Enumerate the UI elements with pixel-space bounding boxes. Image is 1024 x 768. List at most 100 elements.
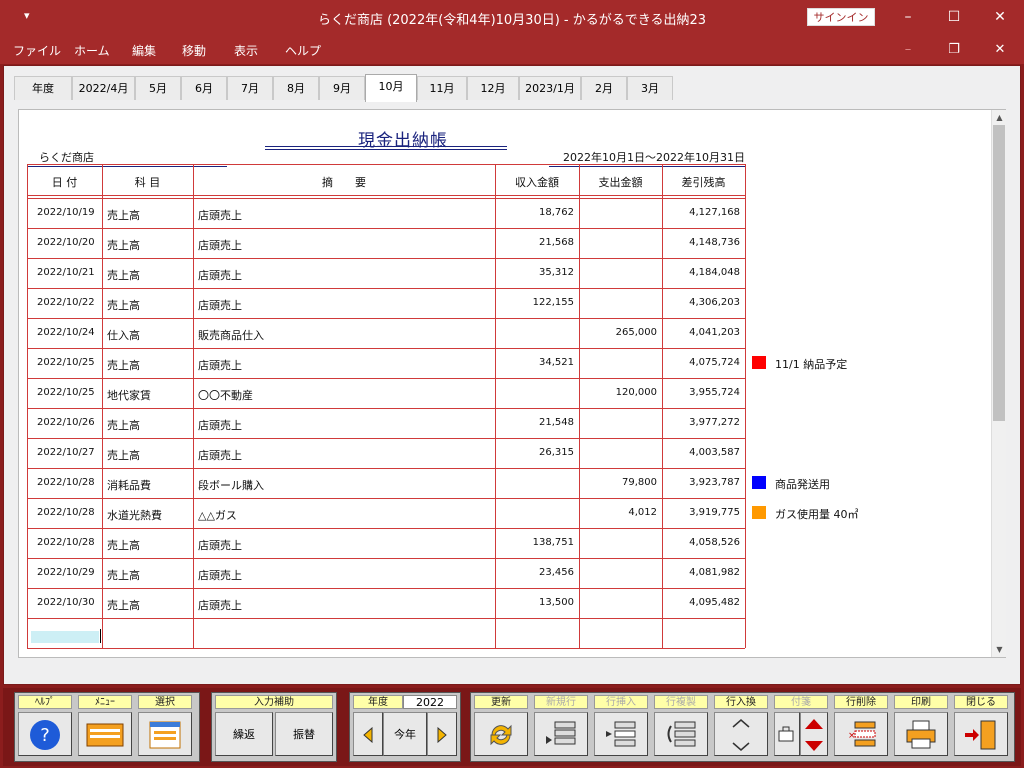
doc-restore-icon[interactable]: ❐	[944, 42, 964, 57]
menu-help[interactable]: ヘルプ	[285, 42, 321, 59]
cell-date[interactable]: 2022/10/25	[37, 357, 95, 368]
cell-balance[interactable]: 4,095,482	[662, 597, 740, 608]
cell-account[interactable]: 売上高	[107, 207, 140, 223]
this-year-button[interactable]: 今年	[383, 712, 427, 756]
cell-balance[interactable]: 4,041,203	[662, 327, 740, 338]
cell-balance[interactable]: 3,923,787	[662, 477, 740, 488]
cell-income[interactable]: 26,315	[495, 447, 574, 458]
help-button[interactable]: ?	[18, 712, 72, 756]
tab-12[interactable]: 12月	[467, 76, 519, 100]
cell-income[interactable]: 18,762	[495, 207, 574, 218]
minimize-icon[interactable]: –	[896, 6, 920, 28]
close-button[interactable]	[954, 712, 1008, 756]
menu-view[interactable]: 表示	[234, 42, 258, 59]
cell-date[interactable]: 2022/10/28	[37, 537, 95, 548]
cell-description[interactable]: 店頭売上	[198, 447, 242, 463]
cell-account[interactable]: 売上高	[107, 447, 140, 463]
cell-description[interactable]: 店頭売上	[198, 267, 242, 283]
cell-description[interactable]: 〇〇不動産	[198, 387, 253, 403]
cell-account[interactable]: 売上高	[107, 417, 140, 433]
insert-row-button[interactable]	[594, 712, 648, 756]
cell-income[interactable]: 23,456	[495, 567, 574, 578]
cell-balance[interactable]: 4,081,982	[662, 567, 740, 578]
cell-account[interactable]: 仕入高	[107, 327, 140, 343]
tab-2023-01[interactable]: 2023/1月	[519, 76, 581, 100]
cell-balance[interactable]: 4,184,048	[662, 267, 740, 278]
cell-income[interactable]: 35,312	[495, 267, 574, 278]
cell-description[interactable]: 店頭売上	[198, 597, 242, 613]
cell-description[interactable]: 店頭売上	[198, 537, 242, 553]
doc-close-icon[interactable]: ✕	[990, 42, 1010, 57]
tab-07[interactable]: 7月	[227, 76, 273, 100]
prev-year-button[interactable]	[353, 712, 383, 756]
cell-income[interactable]: 122,155	[495, 297, 574, 308]
cell-expense[interactable]: 4,012	[579, 507, 657, 518]
cell-income[interactable]: 21,568	[495, 237, 574, 248]
cell-account[interactable]: 水道光熱費	[107, 507, 162, 523]
tab-year[interactable]: 年度	[14, 76, 72, 100]
scroll-up-icon[interactable]: ▲	[992, 110, 1007, 125]
cell-income[interactable]: 34,521	[495, 357, 574, 368]
scroll-down-icon[interactable]: ▼	[992, 642, 1007, 657]
cell-balance[interactable]: 4,003,587	[662, 447, 740, 458]
swap-row-button[interactable]	[714, 712, 768, 756]
transfer-button[interactable]: 振替	[275, 712, 333, 756]
cell-description[interactable]: 販売商品仕入	[198, 327, 264, 343]
cell-account[interactable]: 売上高	[107, 567, 140, 583]
cell-account[interactable]: 売上高	[107, 237, 140, 253]
cell-date[interactable]: 2022/10/19	[37, 207, 95, 218]
cell-account[interactable]: 売上高	[107, 357, 140, 373]
sticky-note-button[interactable]	[774, 712, 800, 756]
delete-row-button[interactable]: ×	[834, 712, 888, 756]
menu-home[interactable]: ホーム	[74, 42, 110, 59]
tab-05[interactable]: 5月	[135, 76, 181, 100]
cell-income[interactable]: 13,500	[495, 597, 574, 608]
menu-file[interactable]: ファイル	[13, 42, 61, 59]
cell-expense[interactable]: 265,000	[579, 327, 657, 338]
scroll-thumb[interactable]	[993, 125, 1005, 421]
cell-description[interactable]: 段ボール購入	[198, 477, 264, 493]
vertical-scrollbar[interactable]: ▲ ▼	[991, 110, 1006, 657]
tab-02[interactable]: 2月	[581, 76, 627, 100]
cell-income[interactable]: 21,548	[495, 417, 574, 428]
tab-06[interactable]: 6月	[181, 76, 227, 100]
cell-account[interactable]: 売上高	[107, 267, 140, 283]
cell-description[interactable]: 店頭売上	[198, 237, 242, 253]
cell-description[interactable]: 店頭売上	[198, 567, 242, 583]
cell-date[interactable]: 2022/10/25	[37, 387, 95, 398]
copy-row-button[interactable]	[654, 712, 708, 756]
tab-08[interactable]: 8月	[273, 76, 319, 100]
cell-balance[interactable]: 3,955,724	[662, 387, 740, 398]
new-row-button[interactable]	[534, 712, 588, 756]
menu-move[interactable]: 移動	[182, 42, 206, 59]
close-window-icon[interactable]: ✕	[988, 6, 1012, 28]
cell-date[interactable]: 2022/10/21	[37, 267, 95, 278]
cell-balance[interactable]: 3,919,775	[662, 507, 740, 518]
sign-in-button[interactable]: サインイン	[807, 8, 875, 26]
doc-minimize-icon[interactable]: –	[898, 42, 918, 57]
cell-date[interactable]: 2022/10/22	[37, 297, 95, 308]
cell-expense[interactable]: 79,800	[579, 477, 657, 488]
cell-account[interactable]: 売上高	[107, 537, 140, 553]
refresh-button[interactable]	[474, 712, 528, 756]
cell-balance[interactable]: 4,075,724	[662, 357, 740, 368]
tab-11[interactable]: 11月	[417, 76, 467, 100]
cell-date[interactable]: 2022/10/29	[37, 567, 95, 578]
cell-date[interactable]: 2022/10/30	[37, 597, 95, 608]
next-year-button[interactable]	[427, 712, 457, 756]
cell-account[interactable]: 売上高	[107, 597, 140, 613]
menu-button[interactable]	[78, 712, 132, 756]
cell-expense[interactable]: 120,000	[579, 387, 657, 398]
cell-description[interactable]: 店頭売上	[198, 297, 242, 313]
tab-2022-04[interactable]: 2022/4月	[72, 76, 135, 100]
cell-date[interactable]: 2022/10/20	[37, 237, 95, 248]
print-button[interactable]	[894, 712, 948, 756]
cell-balance[interactable]: 4,058,526	[662, 537, 740, 548]
cell-balance[interactable]: 3,977,272	[662, 417, 740, 428]
cell-date[interactable]: 2022/10/26	[37, 417, 95, 428]
new-entry-date-input[interactable]	[31, 631, 99, 643]
cell-date[interactable]: 2022/10/28	[37, 477, 95, 488]
maximize-icon[interactable]: ☐	[942, 6, 966, 28]
repeat-button[interactable]: 繰返	[215, 712, 273, 756]
cell-account[interactable]: 売上高	[107, 297, 140, 313]
